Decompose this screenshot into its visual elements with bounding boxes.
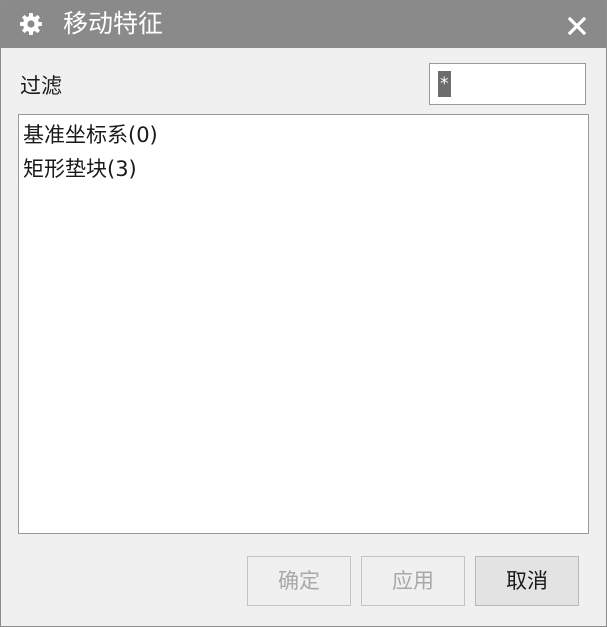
dialog-title: 移动特征 — [63, 9, 164, 38]
gear-icon — [19, 12, 43, 36]
feature-list[interactable]: 基准坐标系(0) 矩形垫块(3) — [18, 114, 589, 534]
move-feature-dialog: 移动特征 过滤 * 基准坐标系(0) 矩形垫块(3) 确定 应用 取消 — [0, 0, 607, 627]
filter-value: * — [438, 71, 451, 97]
filter-label: 过滤 — [20, 74, 62, 98]
apply-button[interactable]: 应用 — [361, 556, 465, 606]
list-item-rectangular-pad[interactable]: 矩形垫块(3) — [23, 155, 137, 183]
cancel-button[interactable]: 取消 — [475, 556, 579, 606]
close-icon — [568, 17, 586, 35]
filter-input[interactable]: * — [429, 63, 586, 105]
close-button[interactable] — [557, 8, 597, 42]
ok-button[interactable]: 确定 — [247, 556, 351, 606]
title-bar[interactable]: 移动特征 — [1, 1, 606, 48]
list-item-datum-csys[interactable]: 基准坐标系(0) — [23, 121, 158, 149]
